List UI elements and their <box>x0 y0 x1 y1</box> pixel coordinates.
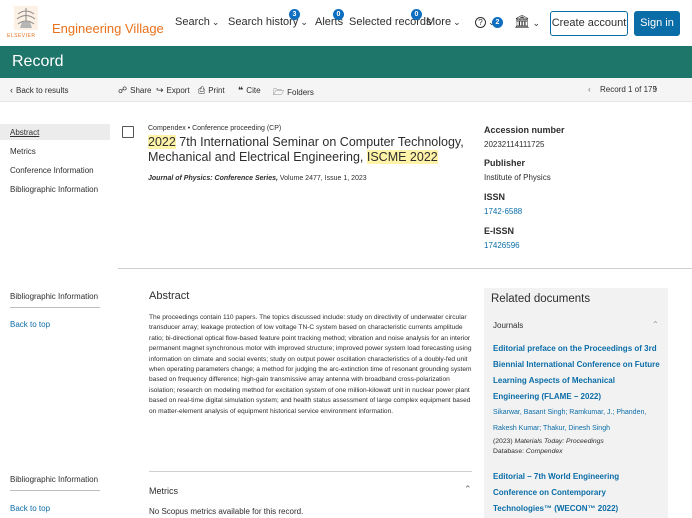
eissn-link[interactable]: 17426596 <box>484 241 520 250</box>
search-history-label: Search history <box>228 16 299 28</box>
share-icon: ☍ <box>118 85 128 95</box>
related-section-journals[interactable]: Journals <box>493 321 523 330</box>
record-toolbar: ‹ Back to results ☍ Share ↪ Export ⎙ Print ❝… <box>0 78 692 102</box>
left-nav-metrics[interactable]: Metrics <box>10 147 36 156</box>
chevron-right-icon: › <box>654 83 658 94</box>
related-document-database: Database: Compendex <box>493 448 563 455</box>
print-icon: ⎙ <box>198 85 206 95</box>
section-label-bibliographic: Bibliographic Information <box>10 475 99 484</box>
related-documents-panel: Related documents Journals ⌃ Editorial p… <box>484 288 668 518</box>
folders-label: Folders <box>287 88 314 97</box>
record-meta: Compendex • Conference proceeding (CP) <box>148 125 281 132</box>
publisher-value: Institute of Physics <box>484 173 551 182</box>
chevron-down-icon: ⌄ <box>211 17 220 27</box>
metrics-text: No Scopus metrics available for this rec… <box>149 507 304 516</box>
related-documents-heading: Related documents <box>491 293 591 305</box>
export-button[interactable]: ↪ Export <box>156 85 190 96</box>
left-divider <box>10 490 100 491</box>
folder-icon: 🗁 <box>273 87 285 97</box>
eissn-label: E-ISSN <box>484 226 515 236</box>
left-nav-bibliographic-information[interactable]: Bibliographic Information <box>10 185 98 194</box>
related-document-year: (2023) <box>493 438 513 445</box>
record-database: Compendex <box>148 125 186 132</box>
quote-icon: ❝ <box>238 85 244 95</box>
folders-button[interactable]: 🗁 Folders <box>273 85 314 101</box>
top-navigation: ELSEVIER Engineering Village Search ⌄ Sea… <box>0 0 692 46</box>
accession-number-label: Accession number <box>484 125 565 135</box>
help-badge: 2 <box>492 17 503 28</box>
metrics-heading[interactable]: Metrics <box>149 486 178 496</box>
search-menu[interactable]: Search ⌄ <box>175 16 219 28</box>
back-to-results-link[interactable]: ‹ Back to results <box>10 85 68 95</box>
title-acronym: ISCME 2022 <box>366 150 438 164</box>
issn-link[interactable]: 1742-6588 <box>484 207 522 216</box>
search-menu-label: Search <box>175 16 210 28</box>
record-doc-type: Conference proceeding (CP) <box>192 125 282 132</box>
section-label-bibliographic: Bibliographic Information <box>10 292 99 301</box>
left-nav-abstract[interactable]: Abstract <box>10 128 39 137</box>
back-to-top-link[interactable]: Back to top <box>10 320 50 329</box>
share-label: Share <box>130 86 152 95</box>
institution-menu[interactable]: 🏛 ⌄ <box>514 14 540 30</box>
print-label: Print <box>208 86 225 95</box>
export-icon: ↪ <box>156 85 164 95</box>
chevron-up-icon[interactable]: ⌃ <box>464 484 472 495</box>
institution-icon: 🏛 <box>514 14 531 29</box>
more-menu[interactable]: More ⌄ <box>426 16 461 28</box>
page-header-band: Record <box>0 46 692 78</box>
export-label: Export <box>166 86 190 95</box>
title-year: 2022 <box>148 135 176 149</box>
related-document-source: (2023) Materials Today: Proceedings <box>493 438 604 445</box>
chevron-down-icon: ⌄ <box>300 17 308 27</box>
selected-records-badge: 0 <box>411 9 422 20</box>
chevron-left-icon: ‹ <box>10 85 13 95</box>
chevron-left-icon: ‹ <box>588 85 591 94</box>
brand-name[interactable]: Engineering Village <box>52 21 164 36</box>
chevron-down-icon: ⌄ <box>453 17 461 27</box>
alerts-badge: 0 <box>333 9 344 20</box>
sign-in-button[interactable]: Sign in <box>634 11 680 36</box>
publisher-label: Publisher <box>484 158 526 168</box>
abstract-heading: Abstract <box>149 290 190 302</box>
page-title: Record <box>12 53 64 70</box>
database-label: Database: <box>493 448 524 455</box>
record-journal: Journal of Physics: Conference Series, V… <box>148 175 367 182</box>
search-history-badge: 3 <box>289 9 300 20</box>
left-divider <box>10 307 100 308</box>
back-to-top-link[interactable]: Back to top <box>10 504 50 513</box>
share-button[interactable]: ☍ Share <box>118 85 151 96</box>
cite-button[interactable]: ❝ Cite <box>238 85 261 96</box>
related-document-link[interactable]: Editorial – 7th World Engineering Confer… <box>493 469 663 517</box>
chevron-up-icon[interactable]: ⌃ <box>652 320 659 329</box>
create-account-button[interactable]: Create account <box>550 11 628 36</box>
related-document-journal: Materials Today: Proceedings <box>514 438 604 445</box>
journal-details: Volume 2477, Issue 1, 2023 <box>277 175 367 182</box>
record-title: 2022 7th International Seminar on Comput… <box>148 135 468 165</box>
related-document-link[interactable]: Editorial preface on the Proceedings of … <box>493 341 663 405</box>
issn-label: ISSN <box>484 192 506 202</box>
help-icon: ? <box>475 17 486 28</box>
print-button[interactable]: ⎙ Print <box>198 85 225 96</box>
abstract-divider <box>149 471 472 472</box>
related-document-authors[interactable]: Sikarwar, Basant Singh; Ramkumar, J.; Ph… <box>493 405 663 437</box>
select-record-checkbox[interactable] <box>122 126 134 138</box>
next-record-button[interactable]: › <box>654 83 657 94</box>
previous-record-button[interactable]: ‹ <box>588 85 591 94</box>
abstract-text: The proceedings contain 110 papers. The … <box>149 314 472 415</box>
cite-label: Cite <box>246 86 261 95</box>
record-position: Record 1 of 175 <box>600 85 657 94</box>
left-nav-conference-information[interactable]: Conference Information <box>10 166 94 175</box>
accession-number-value: 20232114111725 <box>484 140 545 149</box>
back-to-results-label: Back to results <box>16 86 69 95</box>
journal-name: Journal of Physics: Conference Series, <box>148 175 278 182</box>
elsevier-wordmark: ELSEVIER <box>7 33 36 39</box>
more-label: More <box>426 16 452 28</box>
database-name: Compendex <box>525 448 563 455</box>
section-divider <box>118 268 692 269</box>
chevron-down-icon: ⌄ <box>532 18 541 28</box>
